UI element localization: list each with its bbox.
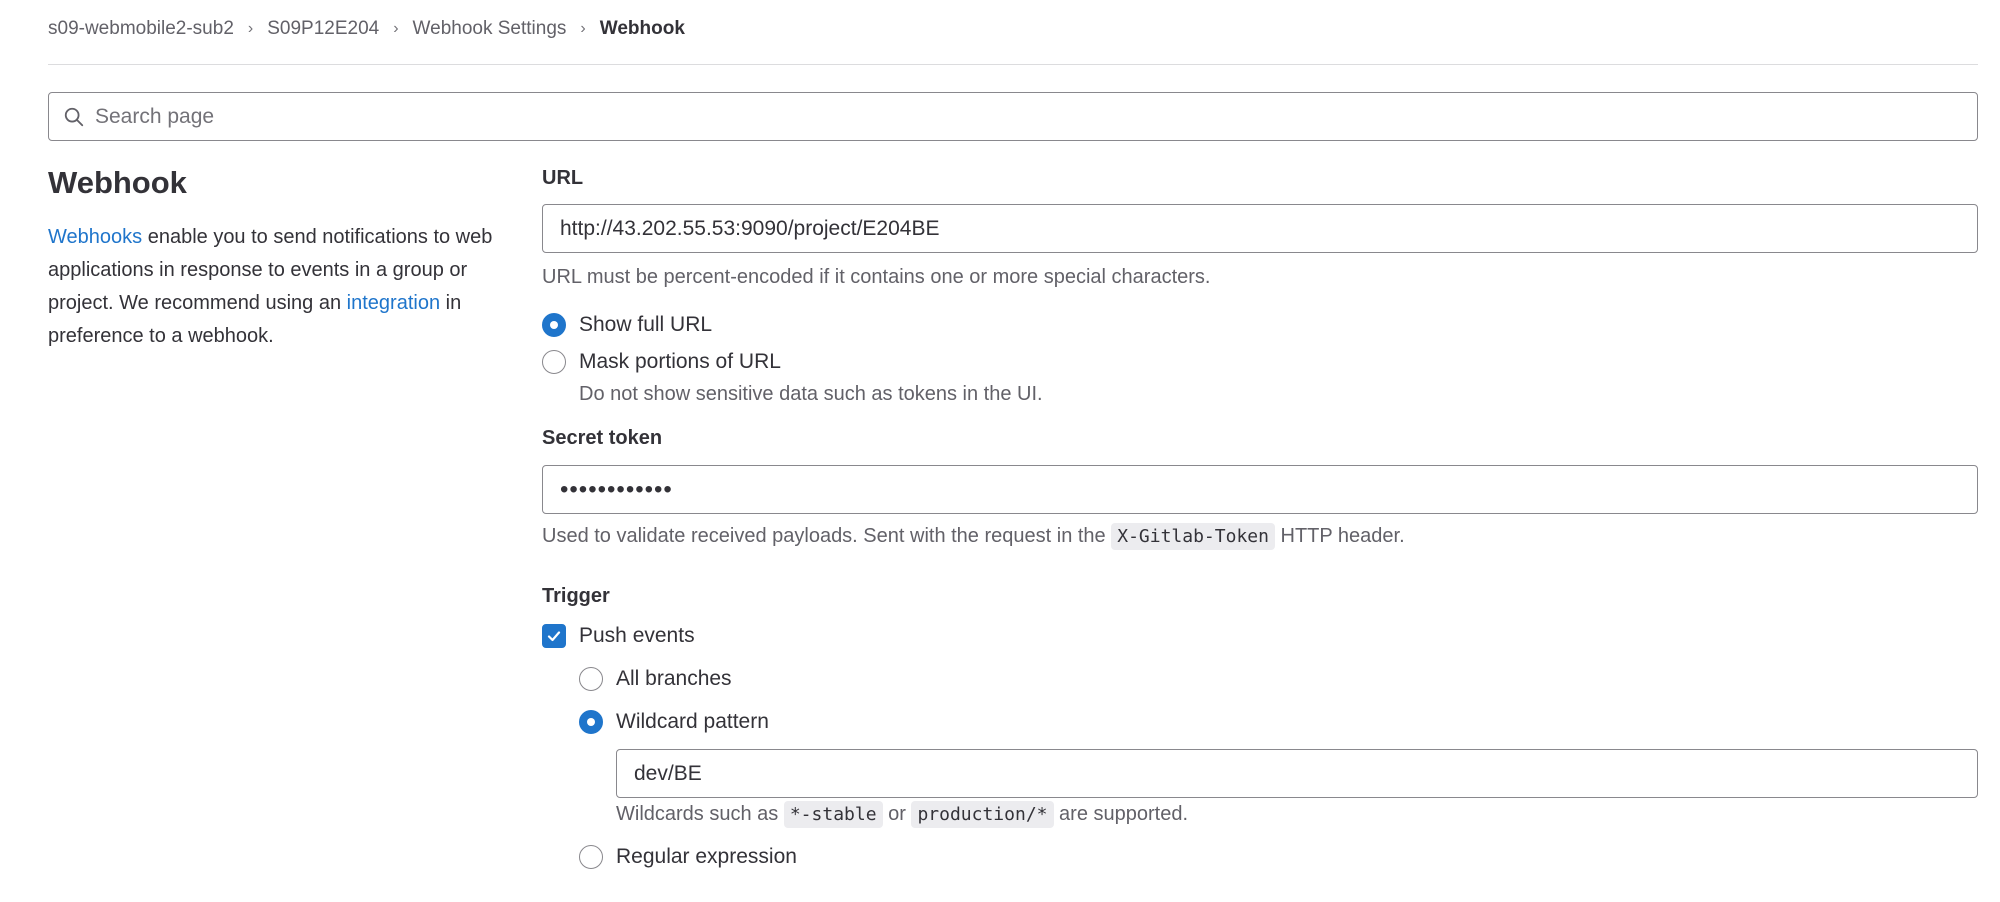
wildcard-example-code: *-stable [783,801,883,828]
description-text: Webhooks enable you to send notification… [48,226,493,347]
push-events-option[interactable]: Push events [542,624,695,648]
chevron-right-icon: › [393,20,399,37]
wildcard-example-code: production/* [911,801,1054,828]
show-full-url-option[interactable]: Show full URL [542,313,712,337]
regular-expression-option[interactable]: Regular expression [579,845,797,869]
secret-token-help: Used to validate received payloads. Sent… [542,523,1405,550]
webhooks-link[interactable]: Webhooks [48,226,142,248]
radio-unselected-icon[interactable] [542,350,566,374]
breadcrumb: s09-webmobile2-sub2 › S09P12E204 › Webho… [48,18,685,40]
chevron-right-icon: › [247,20,254,37]
secret-token-input[interactable]: •••••••••••• [542,465,1978,514]
breadcrumb-item-webhook-settings[interactable]: Webhook Settings [413,18,567,40]
radio-unselected-icon[interactable] [579,667,603,691]
breadcrumb-item-project[interactable]: S09P12E204 [267,18,379,40]
secret-token-label: Secret token [542,427,663,449]
radio-selected-icon[interactable] [579,710,603,734]
header-divider [48,64,1978,65]
search-icon [64,107,84,126]
radio-unselected-icon[interactable] [579,845,603,869]
trigger-label: Trigger [542,585,610,607]
all-branches-option[interactable]: All branches [579,667,732,691]
chevron-right-icon: › [580,20,586,37]
checkbox-checked-icon[interactable] [542,624,566,648]
breadcrumb-item-group[interactable]: s09-webmobile2-sub2 [48,18,234,40]
integration-link[interactable]: integration [347,292,440,314]
search-box[interactable] [48,92,1978,141]
header-name-code: X-Gitlab-Token [1111,523,1275,550]
wildcard-help: Wildcards such as *-stable or production… [616,801,1188,828]
sidebar-description: Webhook Webhooks enable you to send noti… [48,165,498,353]
wildcard-pattern-option[interactable]: Wildcard pattern [579,710,769,734]
check-icon [547,631,561,642]
search-input[interactable] [95,104,1977,129]
breadcrumb-item-current[interactable]: Webhook [600,18,685,40]
url-label: URL [542,167,584,189]
wildcard-pattern-input[interactable]: dev/BE [616,749,1978,798]
page-title: Webhook [48,165,187,200]
radio-selected-icon[interactable] [542,313,566,337]
url-input[interactable]: http://43.202.55.53:9090/project/E204BE [542,204,1978,253]
url-help: URL must be percent-encoded if it contai… [542,266,1211,288]
mask-url-option[interactable]: Mask portions of URL [542,350,781,374]
mask-url-help: Do not show sensitive data such as token… [579,383,1043,405]
